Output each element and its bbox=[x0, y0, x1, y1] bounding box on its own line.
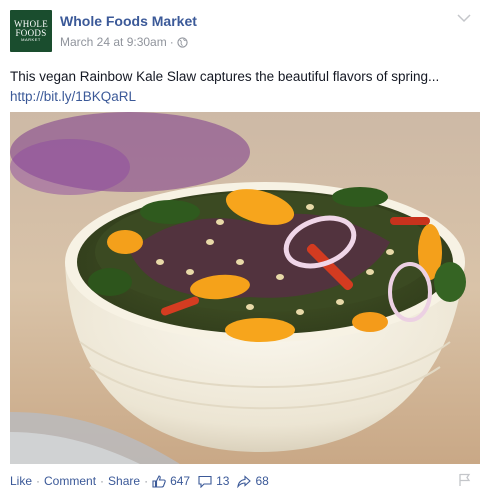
thumbs-up-icon[interactable] bbox=[152, 474, 166, 488]
kale-slaw-photo bbox=[10, 112, 480, 464]
likes-count[interactable]: 647 bbox=[170, 474, 190, 488]
like-button[interactable]: Like bbox=[10, 474, 32, 488]
post-date-link[interactable]: March 24 at 9:30am bbox=[60, 35, 167, 49]
post-caption: This vegan Rainbow Kale Slaw captures th… bbox=[10, 67, 475, 107]
logo-line-3: MARKET bbox=[21, 37, 41, 43]
chevron-down-icon[interactable] bbox=[457, 13, 471, 23]
action-separator: · bbox=[36, 474, 41, 488]
page-name-link[interactable]: Whole Foods Market bbox=[60, 13, 197, 29]
shares-count[interactable]: 68 bbox=[255, 474, 268, 488]
facebook-post: WHOLE FOODS MARKET Whole Foods Market Ma… bbox=[0, 0, 485, 494]
comment-button[interactable]: Comment bbox=[44, 474, 96, 488]
post-caption-text: This vegan Rainbow Kale Slaw captures th… bbox=[10, 69, 440, 84]
post-actions: Like · Comment · Share · 647 13 68 bbox=[10, 474, 273, 488]
action-separator: · bbox=[144, 474, 149, 488]
logo-line-2: FOODS bbox=[15, 27, 47, 38]
whole-foods-logo[interactable]: WHOLE FOODS MARKET bbox=[10, 10, 52, 52]
globe-icon[interactable] bbox=[177, 36, 188, 48]
post-link[interactable]: http://bit.ly/1BKQaRL bbox=[10, 87, 475, 107]
comments-count[interactable]: 13 bbox=[216, 474, 229, 488]
share-arrow-icon[interactable] bbox=[237, 474, 252, 488]
flag-icon[interactable] bbox=[458, 473, 471, 487]
comment-bubble-icon[interactable] bbox=[198, 475, 212, 488]
meta-separator: · bbox=[169, 35, 174, 49]
post-meta: March 24 at 9:30am · bbox=[60, 35, 188, 49]
action-separator: · bbox=[100, 474, 105, 488]
share-button[interactable]: Share bbox=[108, 474, 140, 488]
post-photo[interactable] bbox=[10, 112, 480, 464]
